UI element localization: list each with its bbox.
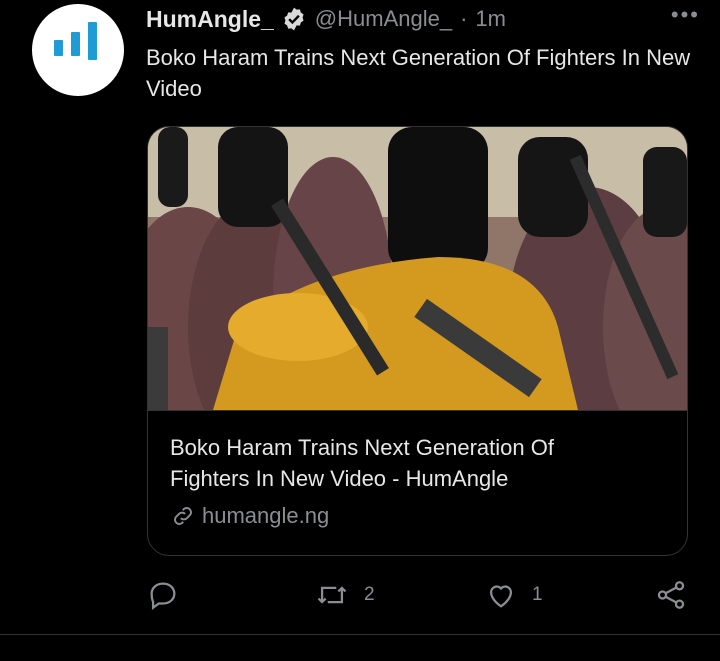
logo-bar-1 <box>54 40 63 56</box>
card-title[interactable]: Boko Haram Trains Next Generation Of Fig… <box>170 432 630 494</box>
like-button[interactable]: 1 <box>484 578 543 612</box>
tweet-actions: 2 1 <box>146 578 696 614</box>
author-handle[interactable]: @HumAngle_ <box>315 6 452 32</box>
avatar[interactable] <box>32 4 124 96</box>
retweet-icon <box>317 586 347 604</box>
card-domain: humangle.ng <box>202 503 330 528</box>
link-icon <box>174 507 192 525</box>
tweet-header: HumAngle_ @HumAngle_ · 1m ••• <box>146 2 700 34</box>
tweet-text: Boko Haram Trains Next Generation Of Fig… <box>146 45 691 101</box>
reply-icon <box>150 582 176 611</box>
logo-bar-2 <box>71 32 80 56</box>
tweet-time[interactable]: 1m <box>475 6 506 32</box>
share-icon <box>657 581 685 609</box>
share-button[interactable] <box>654 578 688 612</box>
card-image <box>148 127 687 410</box>
reply-button[interactable] <box>146 578 194 612</box>
heart-icon <box>489 585 513 608</box>
tweet-divider <box>0 634 720 635</box>
retweet-count: 2 <box>364 584 375 605</box>
like-count: 1 <box>532 584 543 605</box>
logo-bar-3 <box>88 22 97 60</box>
more-options-icon[interactable]: ••• <box>671 2 700 28</box>
card-domain-row[interactable]: humangle.ng <box>170 503 329 529</box>
separator-dot: · <box>460 6 468 31</box>
retweet-button[interactable]: 2 <box>314 578 375 612</box>
author-name[interactable]: HumAngle_ <box>146 6 274 33</box>
card-divider <box>148 410 687 411</box>
verified-badge-icon <box>284 7 304 31</box>
link-card[interactable]: Boko Haram Trains Next Generation Of Fig… <box>147 126 688 556</box>
